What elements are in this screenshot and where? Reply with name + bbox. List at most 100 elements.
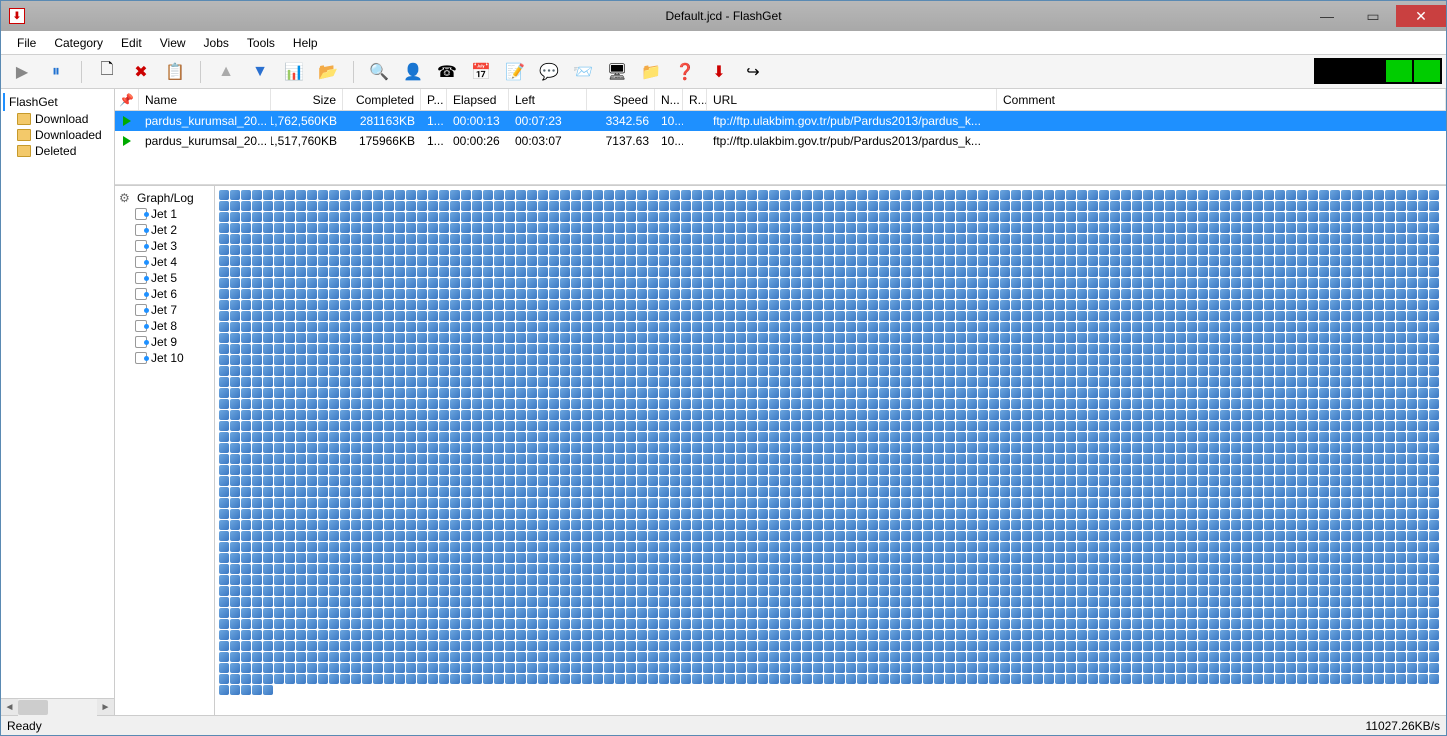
help-icon[interactable]: ❓: [674, 61, 696, 83]
separator: [200, 61, 201, 83]
jet-icon: [135, 352, 147, 364]
jet-icon: [135, 208, 147, 220]
close-button[interactable]: ✕: [1396, 5, 1446, 27]
calendar-icon[interactable]: 📅: [470, 61, 492, 83]
graph-bar: [1414, 60, 1440, 82]
col-comment[interactable]: Comment: [997, 89, 1446, 110]
folder-icon: [17, 129, 31, 141]
download-status-icon: [121, 115, 129, 127]
speed-graph: [1314, 58, 1442, 84]
jet-item[interactable]: Jet 9: [117, 334, 212, 350]
col-percent[interactable]: P...: [421, 89, 447, 110]
app-window: ⬇ Default.jcd - FlashGet — ▭ ✕ File Cate…: [0, 0, 1447, 736]
sidebar-item-deleted[interactable]: Deleted: [3, 143, 112, 159]
list-row[interactable]: pardus_kurumsal_20...1,517,760KB175966KB…: [115, 131, 1446, 151]
jet-icon: [135, 304, 147, 316]
menu-edit[interactable]: Edit: [113, 34, 150, 52]
col-r[interactable]: R...: [683, 89, 707, 110]
jet-icon: [135, 272, 147, 284]
tree-root[interactable]: FlashGet: [3, 93, 112, 111]
person-icon[interactable]: 👤: [402, 61, 424, 83]
col-name[interactable]: Name: [139, 89, 271, 110]
block-map[interactable]: [215, 186, 1446, 715]
graph-log-root[interactable]: Graph/Log: [117, 190, 212, 206]
download-list: 📌 Name Size Completed P... Elapsed Left …: [115, 89, 1446, 185]
separator: [81, 61, 82, 83]
jet-icon: [135, 320, 147, 332]
moveup-icon[interactable]: ▲: [215, 61, 237, 83]
jet-item[interactable]: Jet 1: [117, 206, 212, 222]
toolbar: ▶ ⏸ 🗋 ✖ 📋 ▲ ▼ 📊 📂 🔍 👤 ☎ 📅 📝 💬 📨 🖥 📁 ❓ ⬇ …: [1, 55, 1446, 89]
scroll-thumb[interactable]: [18, 700, 48, 715]
col-url[interactable]: URL: [707, 89, 997, 110]
graph-log-icon: [119, 191, 133, 205]
jet-item[interactable]: Jet 5: [117, 270, 212, 286]
col-completed[interactable]: Completed: [343, 89, 421, 110]
jet-item[interactable]: Jet 8: [117, 318, 212, 334]
list-header: 📌 Name Size Completed P... Elapsed Left …: [115, 89, 1446, 111]
share-icon[interactable]: 💬: [538, 61, 560, 83]
menubar: File Category Edit View Jobs Tools Help: [1, 31, 1446, 55]
app-icon: ⬇: [9, 8, 25, 24]
col-size[interactable]: Size: [271, 89, 343, 110]
status-text: Ready: [7, 719, 42, 733]
jet-icon: [135, 288, 147, 300]
menu-help[interactable]: Help: [285, 34, 326, 52]
paste-icon[interactable]: 📋: [164, 61, 186, 83]
sidebar-scrollbar[interactable]: ◄ ►: [1, 698, 114, 715]
jet-item[interactable]: Jet 10: [117, 350, 212, 366]
find-icon[interactable]: 🔍: [368, 61, 390, 83]
jet-panel: Graph/Log Jet 1Jet 2Jet 3Jet 4Jet 5Jet 6…: [115, 186, 215, 715]
jet-item[interactable]: Jet 2: [117, 222, 212, 238]
jet-icon: [135, 336, 147, 348]
col-left[interactable]: Left: [509, 89, 587, 110]
jet-item[interactable]: Jet 3: [117, 238, 212, 254]
category-sidebar: FlashGet Download Downloaded Deleted ◄ ►: [1, 89, 115, 715]
sidebar-item-downloaded[interactable]: Downloaded: [3, 127, 112, 143]
flashget-icon[interactable]: ⬇: [708, 61, 730, 83]
maximize-button[interactable]: ▭: [1350, 5, 1396, 27]
menu-jobs[interactable]: Jobs: [196, 34, 237, 52]
explorer-icon[interactable]: 📁: [640, 61, 662, 83]
col-elapsed[interactable]: Elapsed: [447, 89, 509, 110]
download-status-icon: [121, 135, 129, 147]
scroll-right-icon[interactable]: ►: [97, 699, 114, 716]
start-icon[interactable]: ▶: [11, 61, 33, 83]
menu-view[interactable]: View: [152, 34, 194, 52]
exit-icon[interactable]: ↪: [742, 61, 764, 83]
jet-item[interactable]: Jet 7: [117, 302, 212, 318]
statusbar: Ready 11027.26KB/s: [1, 715, 1446, 735]
mail-icon[interactable]: 📨: [572, 61, 594, 83]
col-speed[interactable]: Speed: [587, 89, 655, 110]
list-row[interactable]: pardus_kurumsal_20...1,762,560KB281163KB…: [115, 111, 1446, 131]
open-folder-icon[interactable]: 📂: [317, 61, 339, 83]
jet-icon: [135, 224, 147, 236]
menu-category[interactable]: Category: [46, 34, 111, 52]
phone-icon[interactable]: ☎: [436, 61, 458, 83]
separator: [353, 61, 354, 83]
options-icon[interactable]: 🖥: [606, 61, 628, 83]
folder-icon: [17, 113, 31, 125]
folder-icon: [17, 145, 31, 157]
col-n[interactable]: N...: [655, 89, 683, 110]
jet-icon: [135, 256, 147, 268]
jet-item[interactable]: Jet 6: [117, 286, 212, 302]
sidebar-item-download[interactable]: Download: [3, 111, 112, 127]
status-speed: 11027.26KB/s: [1365, 719, 1440, 733]
titlebar[interactable]: ⬇ Default.jcd - FlashGet — ▭ ✕: [1, 1, 1446, 31]
minimize-button[interactable]: —: [1304, 5, 1350, 27]
scroll-left-icon[interactable]: ◄: [1, 699, 18, 716]
properties-icon[interactable]: 📊: [283, 61, 305, 83]
menu-tools[interactable]: Tools: [239, 34, 283, 52]
col-pin[interactable]: 📌: [115, 89, 139, 110]
jet-icon: [135, 240, 147, 252]
edit-icon[interactable]: 📝: [504, 61, 526, 83]
jet-item[interactable]: Jet 4: [117, 254, 212, 270]
movedown-icon[interactable]: ▼: [249, 61, 271, 83]
window-title: Default.jcd - FlashGet: [665, 9, 781, 23]
pause-icon[interactable]: ⏸: [45, 61, 67, 83]
new-icon[interactable]: 🗋: [96, 61, 118, 83]
delete-icon[interactable]: ✖: [130, 61, 152, 83]
menu-file[interactable]: File: [9, 34, 44, 52]
graph-bar: [1386, 60, 1412, 82]
